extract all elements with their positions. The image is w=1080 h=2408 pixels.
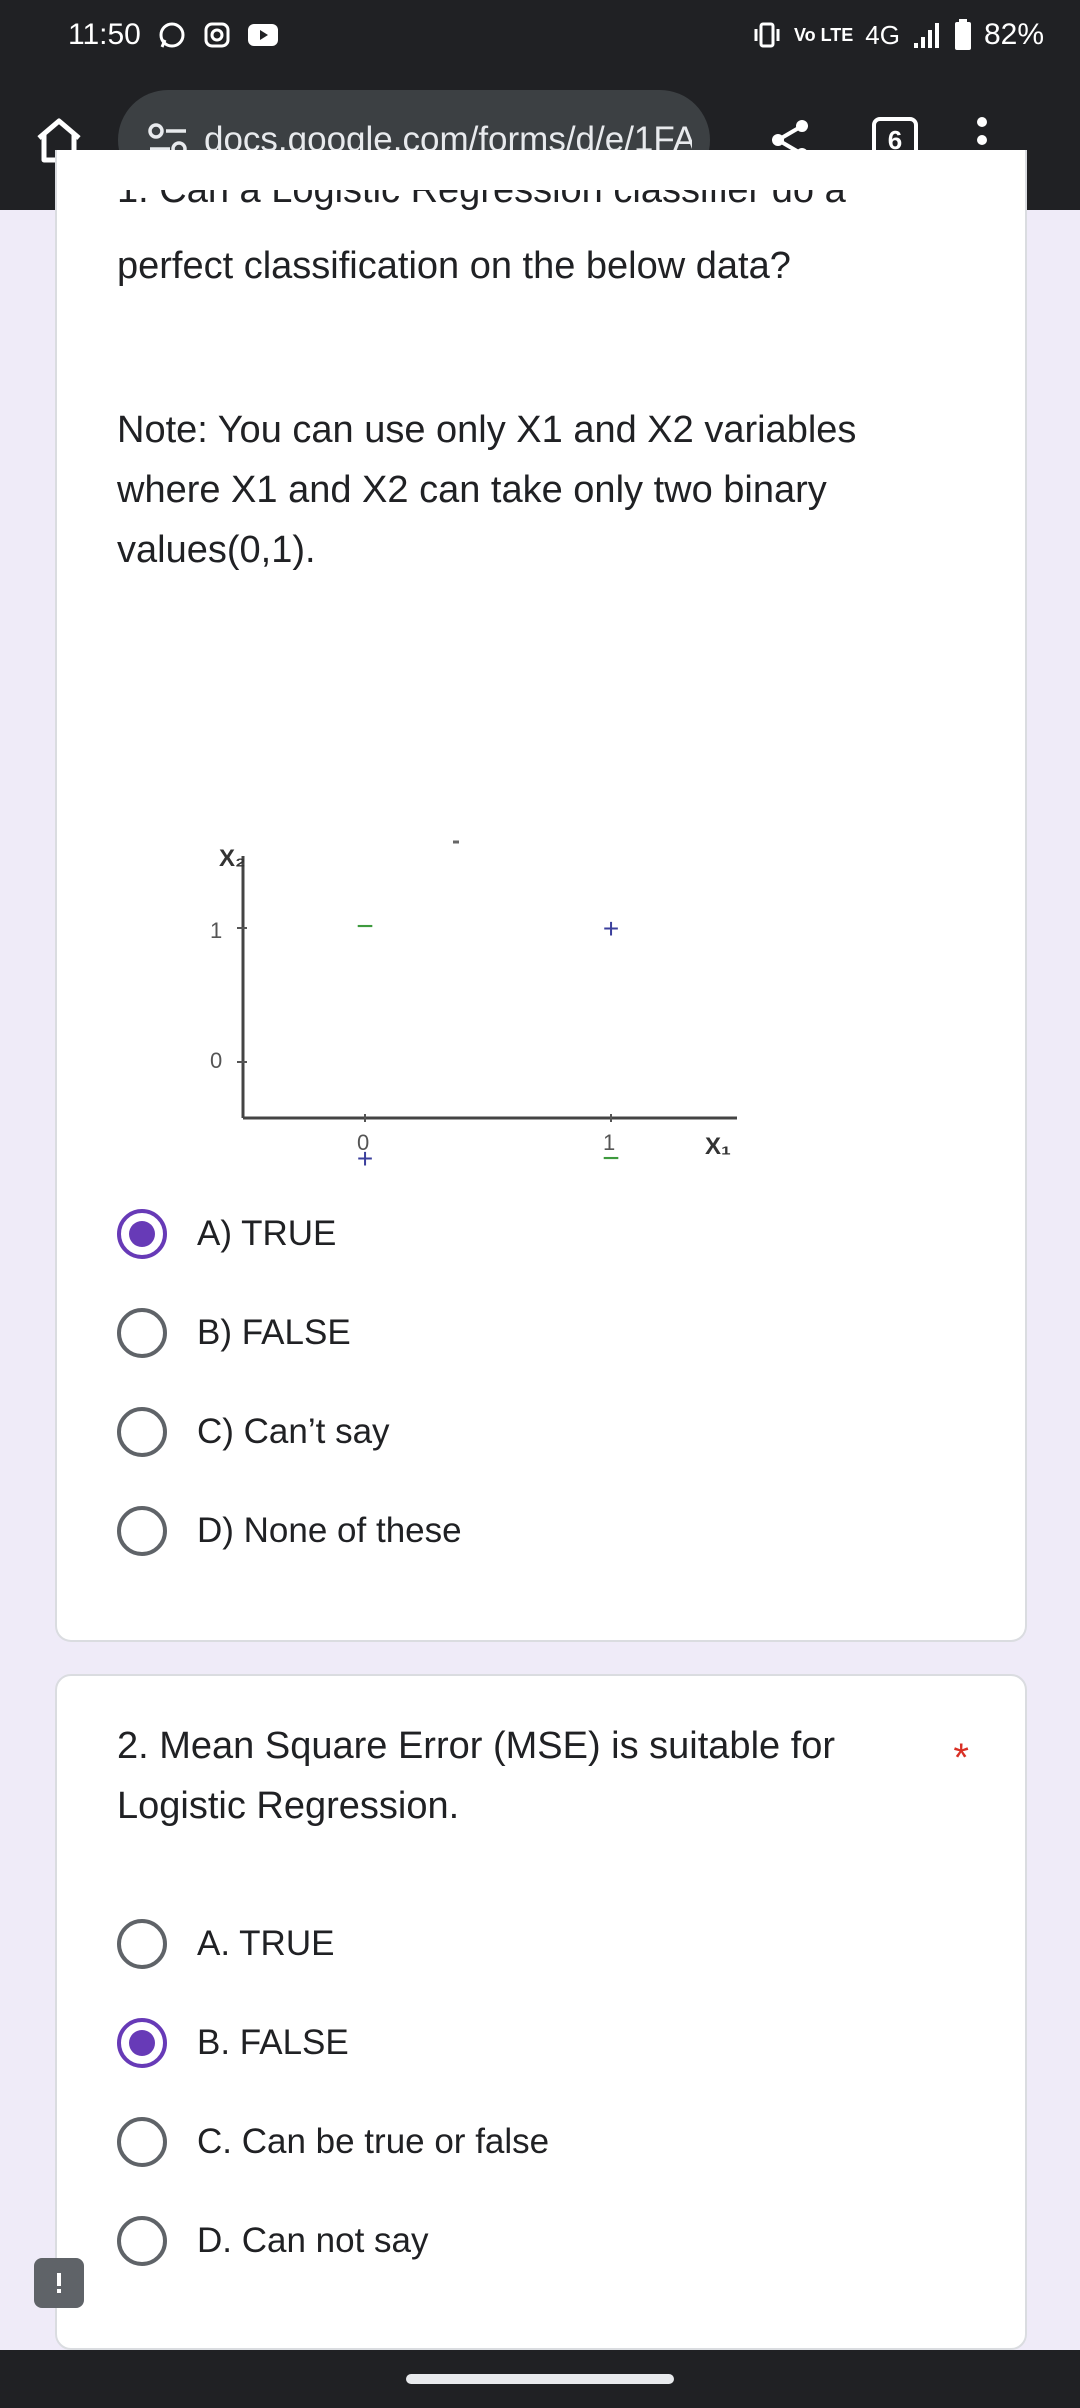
whatsapp-icon <box>157 20 187 50</box>
point-x1-1-x2-0: − <box>602 1142 620 1170</box>
point-x1-1-x2-1: + <box>603 913 619 944</box>
q2-option-c[interactable]: C. Can be true or false <box>117 2112 549 2172</box>
status-right: Vo LTE 4G 82% <box>752 18 1044 52</box>
q2-option-a[interactable]: A. TRUE <box>117 1914 334 1974</box>
x-axis-label: X₁ <box>705 1133 731 1160</box>
option-label[interactable]: D. Can not say <box>197 2221 429 2261</box>
status-bar: 11:50 Vo LTE 4G 82% <box>0 0 1080 70</box>
status-time: 11:50 <box>68 18 141 51</box>
status-left: 11:50 <box>68 18 279 52</box>
network-label: 4G <box>865 19 900 50</box>
option-label[interactable]: D) None of these <box>197 1511 462 1551</box>
question-1-title-line2: perfect classification on the below data… <box>117 245 791 287</box>
point-x1-0-x2-0: + <box>357 1143 373 1170</box>
q1-option-b[interactable]: B) FALSE <box>117 1303 351 1363</box>
radio[interactable] <box>117 1506 167 1556</box>
q1-option-d[interactable]: D) None of these <box>117 1501 462 1561</box>
radio[interactable] <box>117 1308 167 1358</box>
y-tick-0: 0 <box>210 1048 222 1073</box>
radio-selected[interactable] <box>117 2018 167 2068</box>
radio[interactable] <box>117 1407 167 1457</box>
option-label[interactable]: B) FALSE <box>197 1313 351 1353</box>
y-axis-label: X₂ <box>219 845 246 872</box>
option-label[interactable]: A. TRUE <box>197 1924 334 1964</box>
question-2-title: 2. Mean Square Error (MSE) is suitable f… <box>117 1725 836 1827</box>
q2-option-d[interactable]: D. Can not say <box>117 2211 429 2271</box>
question-1-title-clipped: 1. Can a Logistic Regression classifier … <box>117 190 937 236</box>
report-issue-button[interactable] <box>34 2258 84 2308</box>
volte-label: Vo LTE <box>793 25 854 45</box>
y-tick-1: 1 <box>210 918 222 943</box>
radio[interactable] <box>117 1919 167 1969</box>
required-asterisk: * <box>953 1736 969 1780</box>
signal-icon <box>912 21 942 49</box>
q2-option-b[interactable]: B. FALSE <box>117 2013 349 2073</box>
question-1-title-line1: 1. Can a Logistic Regression classifier … <box>117 190 846 211</box>
battery-icon <box>954 19 972 51</box>
question-1-figure: X₂ X₁ 1 0 0 1 − + + − <box>137 670 757 1175</box>
q1-option-c[interactable]: C) Can’t say <box>117 1402 390 1462</box>
option-label[interactable]: B. FALSE <box>197 2023 349 2063</box>
radio[interactable] <box>117 2216 167 2266</box>
option-label[interactable]: A) TRUE <box>197 1214 336 1254</box>
option-label[interactable]: C) Can’t say <box>197 1412 390 1452</box>
question-1-note: Note: You can use only X1 and X2 variabl… <box>117 409 857 571</box>
system-nav-bar <box>0 2350 1080 2408</box>
point-x1-0-x2-1: − <box>356 910 374 943</box>
radio-selected[interactable] <box>117 1209 167 1259</box>
instagram-icon <box>203 21 231 49</box>
youtube-icon <box>247 22 279 48</box>
battery-level: 82% <box>983 18 1044 51</box>
radio[interactable] <box>117 2117 167 2167</box>
question-card-1: 1. Can a Logistic Regression classifier … <box>55 150 1027 1642</box>
scatter-figure-svg: X₂ X₁ 1 0 0 1 − + + − <box>210 840 737 1175</box>
option-label[interactable]: C. Can be true or false <box>197 2122 549 2162</box>
feedback-icon <box>57 2273 61 2293</box>
question-card-2: 2. Mean Square Error (MSE) is suitable f… <box>55 1674 1027 2350</box>
vibrate-icon <box>752 21 782 49</box>
home-gesture-handle[interactable] <box>406 2374 674 2384</box>
q1-option-a[interactable]: A) TRUE <box>117 1204 336 1264</box>
